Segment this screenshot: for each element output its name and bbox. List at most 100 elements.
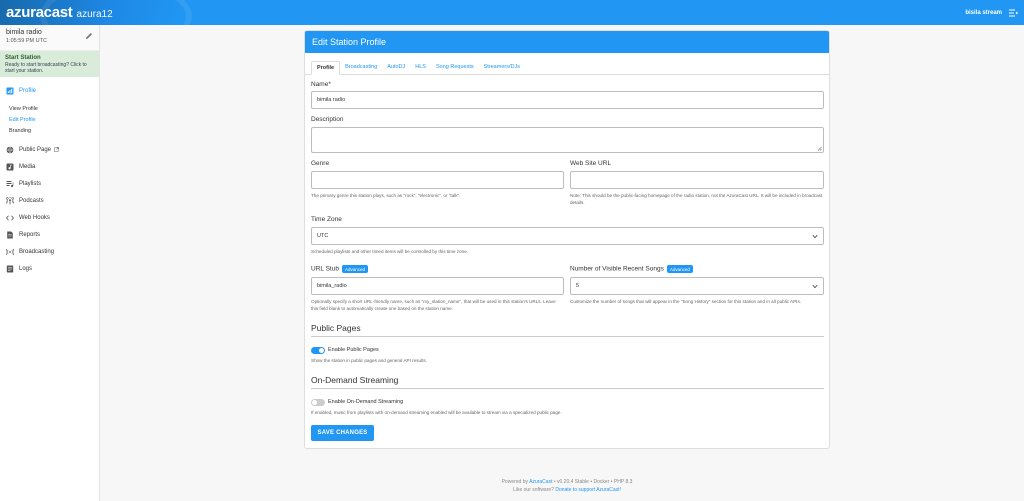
tab-broadcasting[interactable]: Broadcasting: [340, 60, 382, 74]
timezone-label: Time Zone: [311, 216, 342, 223]
edit-station-profile-card: Edit Station Profile Profile Broadcastin…: [304, 30, 830, 449]
public-pages-toggle-label[interactable]: Enable Public Pages: [328, 347, 379, 353]
name-value: bimila radio: [317, 97, 346, 103]
on-demand-help: If enabled, music from playlists with on…: [311, 410, 562, 415]
tab-autodj[interactable]: AutoDJ: [382, 60, 410, 74]
brand[interactable]: azuracast azura12: [0, 4, 113, 21]
menu-icon[interactable]: [1008, 8, 1018, 18]
timezone-select[interactable]: UTC: [311, 227, 824, 245]
report-icon: [7, 231, 13, 238]
chevron-down-icon: [812, 284, 818, 289]
advanced-badge: Advanced: [666, 265, 693, 273]
sidebar-item-label: Reports: [19, 231, 41, 238]
url-stub-input[interactable]: bimila_radio: [311, 277, 564, 295]
external-link-icon: [54, 147, 59, 152]
sidebar-item-logs[interactable]: Logs: [0, 260, 99, 277]
sidebar-item-media[interactable]: Media: [0, 158, 99, 175]
sidebar-item-podcasts[interactable]: Podcasts: [0, 192, 99, 209]
timezone-help: Scheduled playlists and other timed item…: [311, 249, 469, 254]
version-text: • v0.20.4 Stable • Docker • PHP 8.3: [553, 479, 633, 485]
url-stub-label-text: URL Stub: [311, 265, 339, 273]
chevron-down-icon: [812, 234, 818, 239]
user-menu[interactable]: bisila stream: [965, 10, 1002, 16]
azuracast-link[interactable]: AzuraCast: [529, 479, 552, 485]
logs-icon: [6, 265, 14, 272]
advanced-badge: Advanced: [341, 265, 368, 273]
recent-songs-select[interactable]: 5: [570, 277, 824, 295]
genre-label: Genre: [311, 160, 330, 167]
website-help: Note: This should be the public-facing h…: [570, 193, 823, 205]
station-time: 1:05:59 PM UTC: [6, 38, 47, 44]
donate-link[interactable]: Donate to support AzuraCast!: [555, 487, 621, 493]
sidebar-item-label: Playlists: [19, 180, 42, 187]
website-input[interactable]: [570, 171, 824, 189]
sidebar-sub-view-profile[interactable]: View Profile: [0, 103, 99, 114]
resize-handle-icon[interactable]: [817, 146, 822, 151]
description-label: Description: [311, 116, 344, 123]
public-pages-toggle[interactable]: [311, 347, 325, 354]
playlist-icon: [6, 180, 14, 187]
sidebar-item-label: Public Page: [19, 146, 52, 153]
sidebar-item-profile[interactable]: Profile: [0, 82, 99, 99]
name-label: Name*: [311, 81, 331, 88]
description-textarea[interactable]: [311, 127, 824, 153]
tab-hls[interactable]: HLS: [410, 60, 431, 74]
url-stub-value: bimila_radio: [317, 283, 347, 289]
powered-by-text: Powered by: [501, 479, 528, 485]
start-station-box[interactable]: Start Station Ready to start broadcastin…: [0, 51, 99, 77]
start-station-desc: Ready to start broadcasting? Click to st…: [5, 62, 87, 74]
code-icon: [6, 215, 14, 220]
sidebar-item-web-hooks[interactable]: Web Hooks: [0, 209, 99, 226]
sidebar-item-public-page[interactable]: Public Page: [0, 141, 99, 158]
name-input[interactable]: bimila radio: [311, 91, 824, 109]
station-header: bimila radio 1:05:59 PM UTC: [0, 25, 99, 51]
on-demand-title: On-Demand Streaming: [311, 375, 399, 385]
top-navbar: azuracast azura12 bisila stream: [0, 0, 1024, 25]
instance-name: azura12: [76, 9, 113, 20]
tab-song-requests[interactable]: Song Requests: [431, 60, 479, 74]
sidebar: bimila radio 1:05:59 PM UTC Start Statio…: [0, 25, 100, 501]
url-stub-help: Optionally specify a short URL-friendly …: [311, 299, 556, 311]
tab-streamers-djs[interactable]: Streamers/DJs: [479, 60, 525, 74]
sidebar-item-playlists[interactable]: Playlists: [0, 175, 99, 192]
divider: [311, 336, 824, 337]
url-stub-label: URL Stub Advanced: [311, 265, 368, 273]
sidebar-item-label: Profile: [19, 87, 37, 94]
recent-songs-value: 5: [576, 283, 580, 289]
genre-help: The primary genre this station plays, su…: [311, 193, 461, 198]
public-pages-help: Show the station in public pages and gen…: [311, 358, 427, 363]
recent-songs-label-text: Number of Visible Recent Songs: [570, 265, 664, 273]
tab-profile[interactable]: Profile: [311, 61, 341, 75]
sidebar-sub-branding[interactable]: Branding: [0, 125, 99, 136]
like-text: Like our software?: [513, 487, 554, 493]
sidebar-item-label: Logs: [19, 265, 33, 272]
website-label: Web Site URL: [570, 160, 612, 167]
genre-input[interactable]: [311, 171, 564, 189]
card-title: Edit Station Profile: [305, 31, 829, 53]
sidebar-item-label: Web Hooks: [19, 214, 50, 221]
sidebar-nav: Profile View Profile Edit Profile Brandi…: [0, 77, 99, 277]
recent-songs-label: Number of Visible Recent Songs Advanced: [570, 265, 693, 273]
on-demand-toggle[interactable]: [311, 399, 325, 406]
profile-icon: [6, 87, 14, 94]
sidebar-item-label: Broadcasting: [19, 248, 55, 255]
sidebar-item-label: Media: [19, 163, 36, 170]
sidebar-sub-edit-profile[interactable]: Edit Profile: [0, 114, 99, 125]
profile-tabs: Profile Broadcasting AutoDJ HLS Song Req…: [305, 57, 829, 75]
azuracast-logo[interactable]: azuracast: [6, 4, 73, 21]
pencil-icon[interactable]: [85, 32, 93, 40]
public-pages-title: Public Pages: [311, 323, 361, 333]
timezone-value: UTC: [317, 233, 329, 239]
station-name: bimila radio: [6, 29, 42, 36]
broadcast-icon: [6, 248, 14, 255]
start-station-title: Start Station: [5, 55, 41, 61]
media-icon: [6, 163, 14, 170]
sidebar-item-reports[interactable]: Reports: [0, 226, 99, 243]
sidebar-item-broadcasting[interactable]: Broadcasting: [0, 243, 99, 260]
on-demand-toggle-label[interactable]: Enable On-Demand Streaming: [328, 399, 403, 405]
save-changes-button[interactable]: SAVE CHANGES: [311, 425, 374, 441]
divider: [311, 388, 824, 389]
globe-icon: [6, 145, 14, 154]
sidebar-item-label: Podcasts: [19, 197, 44, 204]
podcast-icon: [6, 196, 14, 204]
